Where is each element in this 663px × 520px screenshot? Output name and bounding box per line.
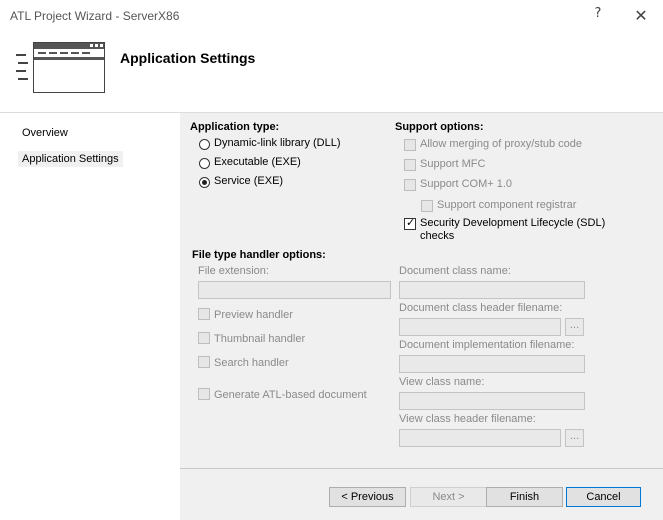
help-button[interactable]: ? [590,6,606,24]
application-type-label: Application type: [190,121,280,133]
content-panel: Application type: Dynamic-link library (… [180,113,663,520]
radio-service[interactable] [199,177,210,188]
view-class-name-input[interactable] [399,392,585,410]
title-bar: ATL Project Wizard - ServerX86 ? ✕ [0,0,663,32]
document-class-name-input[interactable] [399,281,585,299]
merge-proxy-stub-label: Allow merging of proxy/stub code [420,138,583,150]
view-class-header-input[interactable] [399,429,561,447]
nav-item-overview[interactable]: Overview [18,125,72,141]
radio-exe-label[interactable]: Executable (EXE) [214,156,301,168]
footer-divider [180,468,663,469]
radio-exe[interactable] [199,158,210,169]
search-handler-label: Search handler [214,357,289,369]
file-extension-input[interactable] [198,281,391,299]
sdl-checks-label[interactable]: Security Development Lifecycle (SDL) [420,217,605,229]
checkbox-support-mfc[interactable] [404,159,416,171]
document-impl-input[interactable] [399,355,585,373]
checkbox-generate-atl-document[interactable] [198,388,210,400]
radio-service-label[interactable]: Service (EXE) [214,175,283,187]
view-class-header-browse-button[interactable]: ... [565,429,584,447]
radio-dll[interactable] [199,139,210,150]
component-registrar-label: Support component registrar [437,199,577,211]
document-class-name-label: Document class name: [399,265,511,277]
checkbox-sdl-checks[interactable] [404,216,416,230]
support-com-plus-label: Support COM+ 1.0 [420,178,513,190]
window-title: ATL Project Wizard - ServerX86 [10,9,180,23]
previous-button[interactable]: < Previous [329,487,406,507]
cancel-button[interactable]: Cancel [566,487,641,507]
view-class-name-label: View class name: [399,376,485,388]
checkbox-merge-proxy-stub[interactable] [404,139,416,151]
support-mfc-label: Support MFC [420,158,486,170]
page-title: Application Settings [120,50,256,66]
document-class-header-label: Document class header filename: [399,302,563,314]
sdl-checks-label-line2[interactable]: checks [420,230,454,242]
finish-button[interactable]: Finish [486,487,563,507]
file-type-handler-label: File type handler options: [192,249,326,261]
wizard-nav: Overview Application Settings [0,113,180,520]
document-impl-label: Document implementation filename: [399,339,575,351]
preview-handler-label: Preview handler [214,309,293,321]
next-button[interactable]: Next > [410,487,487,507]
checkbox-support-com-plus[interactable] [404,179,416,191]
support-options-label: Support options: [395,121,484,133]
wizard-header: Application Settings [0,32,663,112]
radio-dll-label[interactable]: Dynamic-link library (DLL) [214,137,341,149]
checkbox-preview-handler[interactable] [198,308,210,320]
document-class-header-input[interactable] [399,318,561,336]
generate-atl-document-label: Generate ATL-based document [214,389,367,401]
nav-item-application-settings[interactable]: Application Settings [18,151,123,167]
wizard-window-icon [16,42,105,93]
atl-project-wizard-window: ATL Project Wizard - ServerX86 ? ✕ Appli… [0,0,663,520]
checkbox-search-handler[interactable] [198,356,210,368]
document-class-header-browse-button[interactable]: ... [565,318,584,336]
checkbox-component-registrar[interactable] [421,200,433,212]
view-class-header-label: View class header filename: [399,413,536,425]
checkbox-thumbnail-handler[interactable] [198,332,210,344]
thumbnail-handler-label: Thumbnail handler [214,333,306,345]
close-button[interactable]: ✕ [630,5,652,27]
file-extension-label: File extension: [198,265,269,277]
